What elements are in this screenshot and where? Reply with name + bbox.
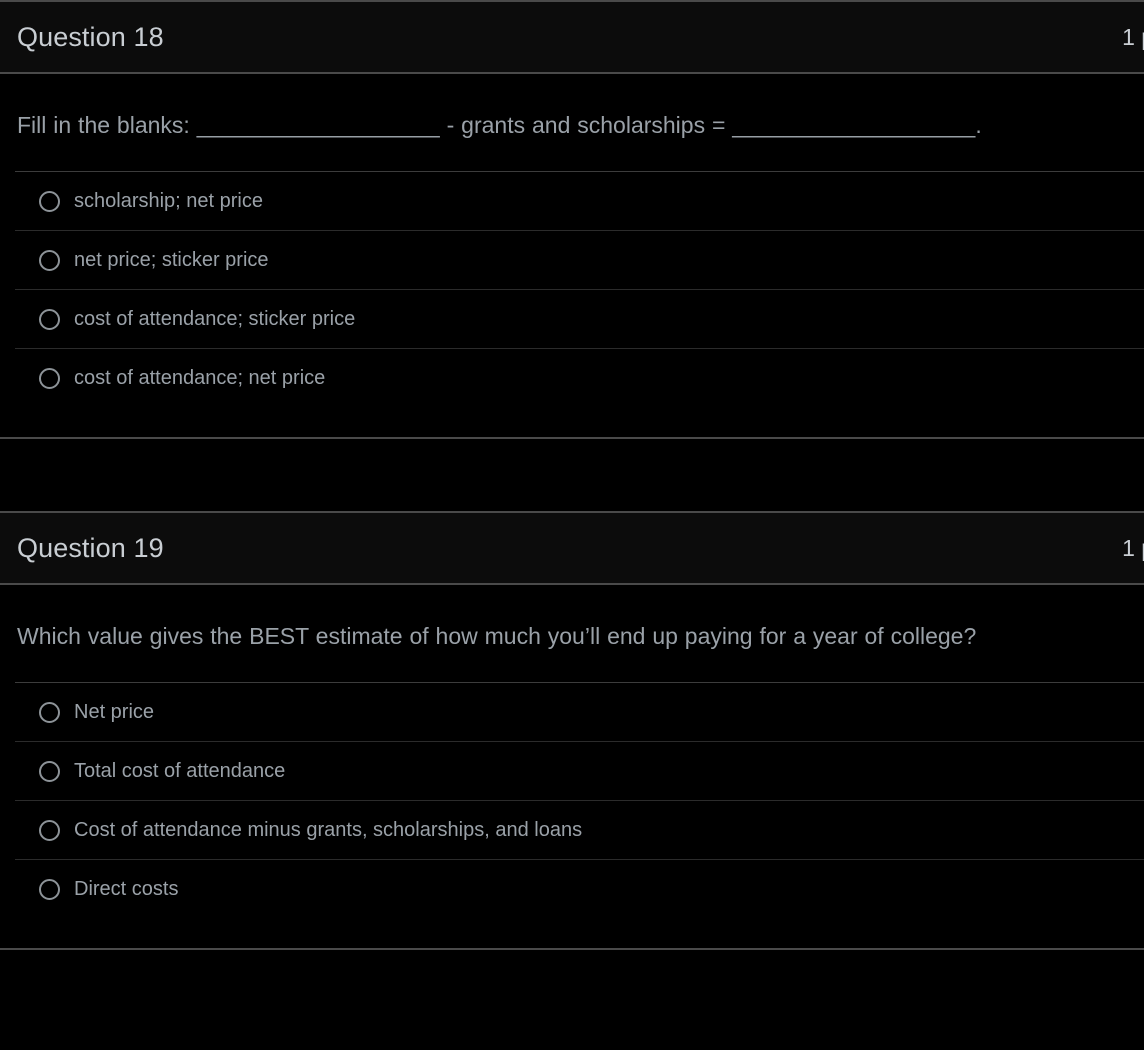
answer-list-tail <box>0 918 1144 948</box>
answer-label: Total cost of attendance <box>74 760 286 783</box>
radio-button-icon[interactable] <box>39 760 60 782</box>
answer-option[interactable]: scholarship; net price <box>15 171 1144 230</box>
quiz-viewport: Question 18 1 pts Fill in the blanks: __… <box>0 0 1144 1050</box>
question-body-19: Which value gives the BEST estimate of h… <box>0 585 1144 948</box>
answer-option[interactable]: Cost of attendance minus grants, scholar… <box>15 800 1144 859</box>
question-points-18: 1 pts <box>1122 23 1144 50</box>
radio-button-icon[interactable] <box>39 308 60 330</box>
answer-label: scholarship; net price <box>74 190 263 213</box>
answer-list-tail <box>0 407 1144 437</box>
radio-button-icon[interactable] <box>39 878 60 900</box>
question-points-19: 1 pts <box>1122 534 1144 561</box>
answer-label: net price; sticker price <box>74 249 269 272</box>
answer-option[interactable]: cost of attendance; sticker price <box>15 289 1144 348</box>
question-block-19: Question 19 1 pts Which value gives the … <box>0 511 1144 951</box>
question-text-18: Fill in the blanks: ___________________ … <box>17 112 982 138</box>
answer-label: Net price <box>74 701 155 724</box>
radio-button-icon[interactable] <box>39 701 60 723</box>
radio-button-icon[interactable] <box>39 249 60 271</box>
answer-option[interactable]: Total cost of attendance <box>15 741 1144 800</box>
question-text-19: Which value gives the BEST estimate of h… <box>17 623 977 650</box>
radio-button-icon[interactable] <box>39 367 60 389</box>
answer-option[interactable]: cost of attendance; net price <box>15 348 1144 407</box>
question-block-18: Question 18 1 pts Fill in the blanks: __… <box>0 0 1144 440</box>
answer-label: cost of attendance; sticker price <box>74 308 356 331</box>
answer-option[interactable]: Net price <box>15 682 1144 741</box>
answer-label: Cost of attendance minus grants, scholar… <box>74 819 583 842</box>
question-header-18: Question 18 1 pts <box>0 2 1144 74</box>
answer-label: Direct costs <box>74 878 179 901</box>
question-separator <box>0 439 1144 512</box>
question-body-18: Fill in the blanks: ___________________ … <box>0 74 1144 437</box>
question-header-19: Question 19 1 pts <box>0 513 1144 586</box>
bottom-spacer <box>0 950 1144 972</box>
question-title-19: Question 19 <box>17 532 164 563</box>
radio-button-icon[interactable] <box>39 190 60 212</box>
answer-label: cost of attendance; net price <box>74 367 326 390</box>
answer-list-19: Net price Total cost of attendance Cost … <box>0 682 1144 918</box>
answer-option[interactable]: net price; sticker price <box>15 230 1144 289</box>
answer-option[interactable]: Direct costs <box>15 859 1144 918</box>
question-title-18: Question 18 <box>17 21 164 52</box>
radio-button-icon[interactable] <box>39 819 60 841</box>
answer-list-18: scholarship; net price net price; sticke… <box>0 171 1144 407</box>
